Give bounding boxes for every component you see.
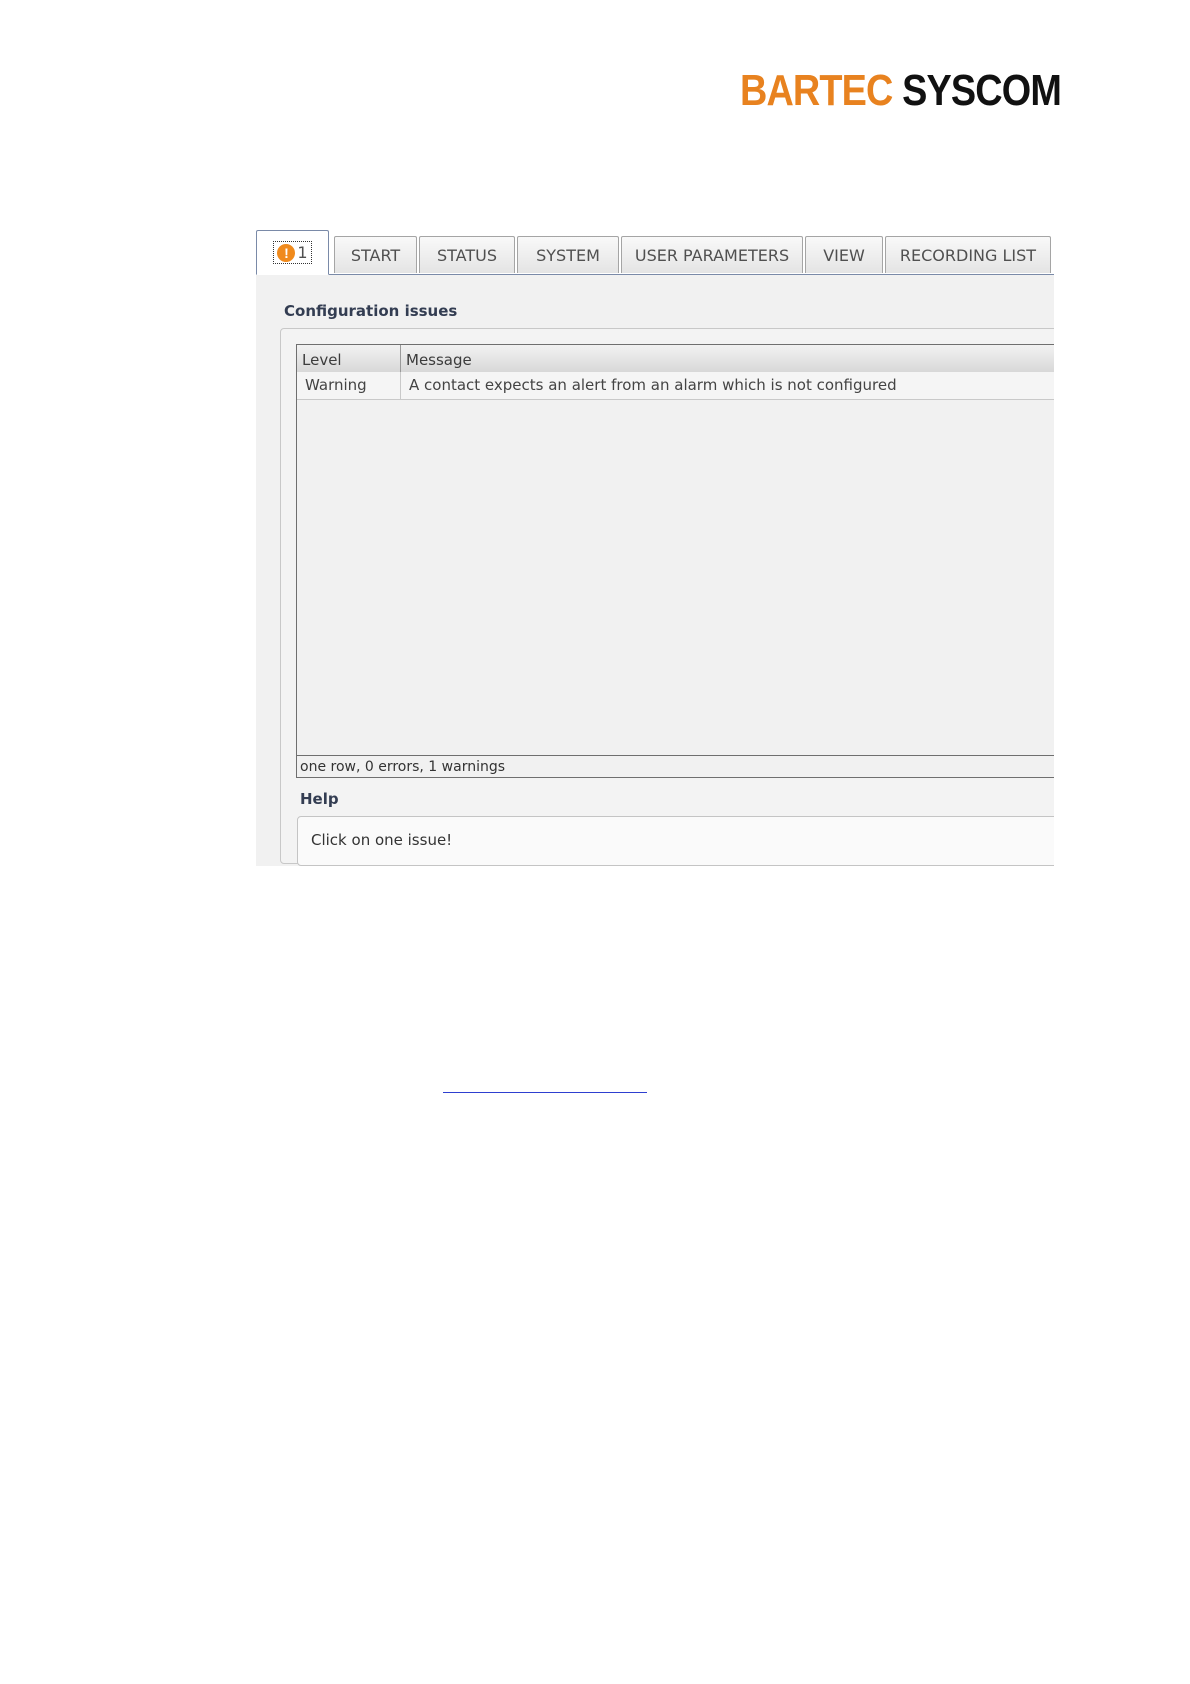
row-level-cell: Warning [297,372,401,399]
hyperlink-underline[interactable] [443,1092,647,1093]
help-title: Help [300,790,339,808]
tab-system[interactable]: SYSTEM [517,236,619,273]
tab-status-label: STATUS [436,245,498,265]
tab-status[interactable]: STATUS [419,236,515,273]
column-header-level[interactable]: Level [297,345,401,372]
tab-view-label: VIEW [823,245,865,265]
tab-bar: ! 1 START STATUS SYSTEM USER PARAMETERS … [256,226,1054,275]
tab-start[interactable]: START [334,236,417,273]
tab-start-label: START [350,245,401,265]
company-logo: BARTEC SYSCOM [740,64,1062,118]
row-message-cell: A contact expects an alert from an alarm… [409,376,897,394]
table-row[interactable]: Warning A contact expects an alert from … [297,372,1054,400]
tab-system-label: SYSTEM [536,245,600,265]
help-box: Click on one issue! [297,816,1054,866]
app-screenshot: ! 1 START STATUS SYSTEM USER PARAMETERS … [256,226,1054,866]
configuration-issues-title: Configuration issues [284,302,458,320]
issues-table-header: Level Message [297,345,1054,373]
issues-table-summary: one row, 0 errors, 1 warnings [296,756,1054,778]
column-header-message[interactable]: Message [401,345,1054,372]
help-text: Click on one issue! [311,831,453,849]
tab-recording-list[interactable]: RECORDING LIST [885,236,1051,273]
tab-issues[interactable]: ! 1 [256,230,329,275]
tab-view[interactable]: VIEW [805,236,883,273]
tab-recording-list-label: RECORDING LIST [899,245,1037,265]
tab-issues-count: 1 [297,243,308,262]
tab-issues-focus: ! 1 [273,241,312,264]
issues-table[interactable]: Level Message Warning A contact expects … [296,344,1054,756]
logo-bartec: BARTEC [740,66,893,115]
tab-user-parameters-label: USER PARAMETERS [634,245,790,265]
logo-syscom: SYSCOM [902,66,1062,115]
warning-circle-icon: ! [277,243,296,262]
tab-user-parameters[interactable]: USER PARAMETERS [621,236,803,273]
